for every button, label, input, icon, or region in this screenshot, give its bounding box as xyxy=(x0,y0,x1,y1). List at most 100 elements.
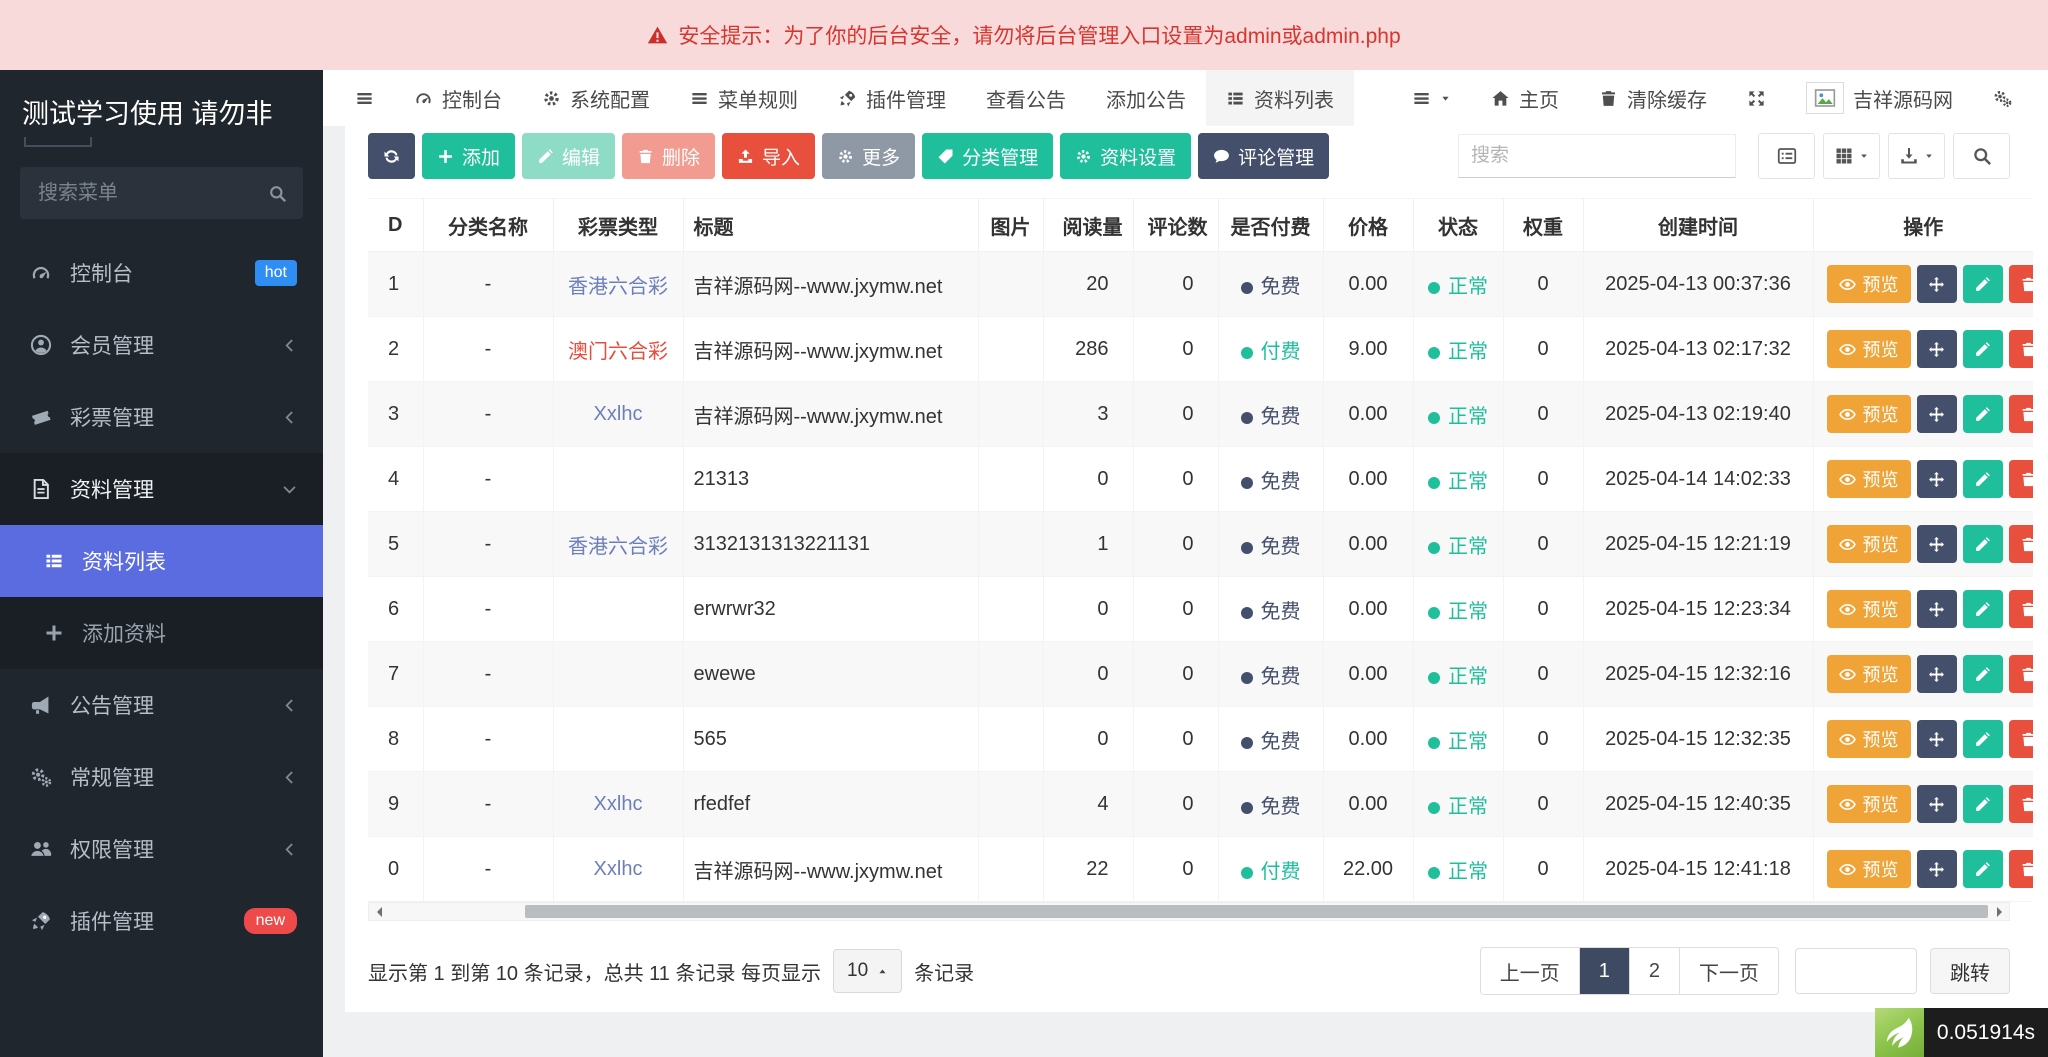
scrollbar-thumb[interactable] xyxy=(525,905,1988,918)
row-edit-button[interactable] xyxy=(1963,330,2003,368)
nav-tab-view-announce[interactable]: 查看公告 xyxy=(966,70,1086,126)
sidebar-item-plugins[interactable]: 插件管理new xyxy=(0,885,323,957)
lottery-type-link[interactable]: Xxlhc xyxy=(594,793,643,815)
row-move-button[interactable] xyxy=(1917,590,1957,628)
row-delete-button[interactable] xyxy=(2009,330,2034,368)
lottery-type-link[interactable]: Xxlhc xyxy=(594,858,643,880)
row-edit-button[interactable] xyxy=(1963,460,2003,498)
nav-action-settings[interactable] xyxy=(1973,70,2032,126)
nav-tab-system-config[interactable]: 系统配置 xyxy=(522,70,670,126)
row-preview-button[interactable]: 预览 xyxy=(1827,850,1911,888)
nav-tab-menu-rules[interactable]: 菜单规则 xyxy=(670,70,818,126)
nav-action-fullscreen[interactable] xyxy=(1727,70,1786,126)
scroll-right-arrow[interactable] xyxy=(1989,903,2009,920)
nav-tab-plugin-manage[interactable]: 插件管理 xyxy=(818,70,966,126)
row-preview-button[interactable]: 预览 xyxy=(1827,395,1911,433)
sidebar-item-members[interactable]: 会员管理 xyxy=(0,309,323,381)
row-preview-button[interactable]: 预览 xyxy=(1827,720,1911,758)
row-delete-button[interactable] xyxy=(2009,460,2034,498)
sidebar-item-announce[interactable]: 公告管理 xyxy=(0,669,323,741)
category-manage-button[interactable]: 分类管理 xyxy=(922,133,1053,179)
row-delete-button[interactable] xyxy=(2009,265,2034,303)
nav-tab-console[interactable]: 控制台 xyxy=(394,70,522,126)
bars-icon xyxy=(690,89,709,108)
cell-text: 0 xyxy=(388,858,399,880)
row-preview-button[interactable]: 预览 xyxy=(1827,460,1911,498)
import-button[interactable]: 导入 xyxy=(722,133,815,179)
refresh-button[interactable] xyxy=(368,133,415,179)
nav-action-home[interactable]: 主页 xyxy=(1471,70,1579,126)
data-settings-button[interactable]: 资料设置 xyxy=(1060,133,1191,179)
row-move-button[interactable] xyxy=(1917,525,1957,563)
horizontal-scrollbar[interactable] xyxy=(368,902,2010,921)
sidebar-item-console[interactable]: 控制台hot xyxy=(0,237,323,309)
row-move-button[interactable] xyxy=(1917,265,1957,303)
row-edit-button[interactable] xyxy=(1963,525,2003,563)
row-preview-button[interactable]: 预览 xyxy=(1827,330,1911,368)
nav-tab-add-announce[interactable]: 添加公告 xyxy=(1086,70,1206,126)
page-button-page-2[interactable]: 2 xyxy=(1629,948,1679,994)
row-edit-button[interactable] xyxy=(1963,395,2003,433)
lottery-type-link[interactable]: 香港六合彩 xyxy=(568,276,668,298)
row-edit-button[interactable] xyxy=(1963,655,2003,693)
more-button[interactable]: 更多 xyxy=(822,133,915,179)
row-move-button[interactable] xyxy=(1917,850,1957,888)
sidebar-item-auth[interactable]: 权限管理 xyxy=(0,813,323,885)
sidebar-item-data-add[interactable]: 添加资料 xyxy=(0,597,323,669)
nav-action-site-link[interactable]: 吉祥源码网 xyxy=(1786,70,1973,126)
nav-action-clear-cache[interactable]: 清除缓存 xyxy=(1579,70,1727,126)
row-preview-button[interactable]: 预览 xyxy=(1827,525,1911,563)
edit-button[interactable]: 编辑 xyxy=(522,133,615,179)
sidebar-item-general[interactable]: 常规管理 xyxy=(0,741,323,813)
row-preview-button[interactable]: 预览 xyxy=(1827,655,1911,693)
table-search-input[interactable] xyxy=(1458,134,1736,178)
row-move-button[interactable] xyxy=(1917,655,1957,693)
gear-icon xyxy=(1075,148,1092,165)
row-move-button[interactable] xyxy=(1917,460,1957,498)
row-delete-button[interactable] xyxy=(2009,655,2034,693)
add-button[interactable]: 添加 xyxy=(422,133,515,179)
sidebar-toggle-button[interactable] xyxy=(335,70,394,126)
sidebar-item-data-list[interactable]: 资料列表 xyxy=(0,525,323,597)
page-button-page-1[interactable]: 1 xyxy=(1579,948,1629,994)
row-edit-button[interactable] xyxy=(1963,265,2003,303)
toggle-columns-button[interactable] xyxy=(1823,133,1880,179)
row-preview-button[interactable]: 预览 xyxy=(1827,265,1911,303)
row-delete-button[interactable] xyxy=(2009,590,2034,628)
thinkphp-logo[interactable] xyxy=(1875,1008,1924,1057)
scroll-left-arrow[interactable] xyxy=(369,903,389,920)
row-move-button[interactable] xyxy=(1917,395,1957,433)
row-delete-button[interactable] xyxy=(2009,720,2034,758)
sidebar-item-data-manage[interactable]: 资料管理 xyxy=(0,453,323,525)
row-move-button[interactable] xyxy=(1917,720,1957,758)
row-move-button[interactable] xyxy=(1917,330,1957,368)
row-edit-button[interactable] xyxy=(1963,590,2003,628)
toggle-detail-button[interactable] xyxy=(1758,133,1815,179)
comment-manage-button[interactable]: 评论管理 xyxy=(1198,133,1329,179)
row-preview-button[interactable]: 预览 xyxy=(1827,785,1911,823)
row-delete-button[interactable] xyxy=(2009,525,2034,563)
per-page-dropdown[interactable]: 10 xyxy=(833,949,902,993)
row-edit-button[interactable] xyxy=(1963,720,2003,758)
toggle-search-button[interactable] xyxy=(1953,133,2010,179)
lottery-type-link[interactable]: 香港六合彩 xyxy=(568,536,668,558)
row-preview-button[interactable]: 预览 xyxy=(1827,590,1911,628)
row-delete-button[interactable] xyxy=(2009,850,2034,888)
nav-action-tabs-menu[interactable] xyxy=(1392,70,1471,126)
page-button-next[interactable]: 下一页 xyxy=(1679,948,1778,994)
row-edit-button[interactable] xyxy=(1963,850,2003,888)
row-edit-button[interactable] xyxy=(1963,785,2003,823)
row-delete-button[interactable] xyxy=(2009,395,2034,433)
delete-button[interactable]: 删除 xyxy=(622,133,715,179)
page-button-prev[interactable]: 上一页 xyxy=(1481,948,1579,994)
jump-page-input[interactable] xyxy=(1795,948,1917,994)
row-delete-button[interactable] xyxy=(2009,785,2034,823)
sidebar-item-lottery[interactable]: 彩票管理 xyxy=(0,381,323,453)
export-button[interactable] xyxy=(1888,133,1945,179)
sidebar-search-input[interactable] xyxy=(36,181,268,206)
lottery-type-link[interactable]: 澳门六合彩 xyxy=(568,341,668,363)
row-move-button[interactable] xyxy=(1917,785,1957,823)
nav-tab-data-list[interactable]: 资料列表 xyxy=(1206,70,1354,126)
lottery-type-link[interactable]: Xxlhc xyxy=(594,403,643,425)
jump-button[interactable]: 跳转 xyxy=(1930,948,2010,994)
